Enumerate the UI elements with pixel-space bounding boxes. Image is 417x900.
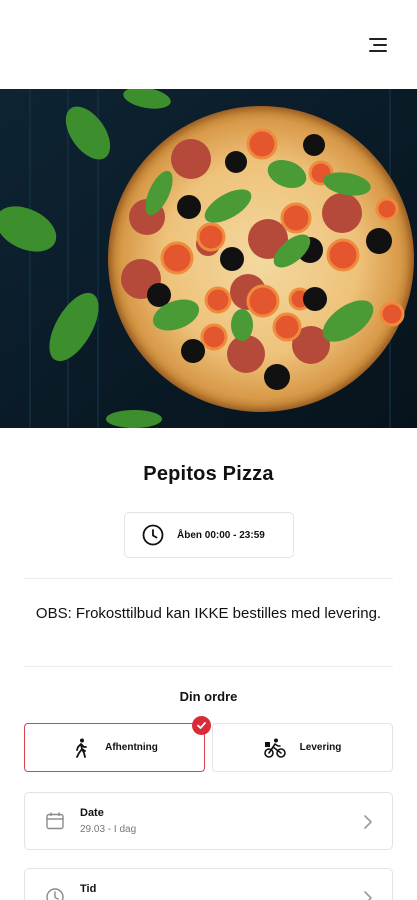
date-value: 29.03 - I dag [80,824,137,835]
walking-person-icon [76,738,88,758]
delivery-option-button[interactable]: Levering [212,723,393,772]
clock-icon [46,888,64,900]
divider [24,666,393,667]
clock-icon [142,524,164,546]
hero-pizza-image [0,89,417,428]
pickup-option-button[interactable]: Afhentning [24,723,205,772]
cyclist-icon [263,738,286,758]
time-label: Tid [80,883,97,895]
hamburger-menu-icon[interactable] [369,38,387,52]
restaurant-name: Pepitos Pizza [143,463,274,485]
date-label: Date [80,807,104,819]
delivery-option-label: Levering [299,742,342,753]
notice-text: OBS: Frokosttilbud kan IKKE bestilles me… [35,605,382,622]
date-selector[interactable]: Date 29.03 - I dag [24,792,393,850]
opening-hours-badge: Åben 00:00 - 23:59 [124,512,294,558]
chevron-right-icon [364,815,372,829]
calendar-icon [46,812,64,830]
order-heading: Din ordre [179,689,238,704]
chevron-right-icon [364,891,372,900]
pickup-option-label: Afhentning [105,742,158,753]
time-selector[interactable]: Tid [24,868,393,900]
opening-hours-text: Åben 00:00 - 23:59 [177,529,265,541]
divider [24,578,393,579]
top-bar [0,0,417,89]
checkmark-icon [192,716,211,735]
